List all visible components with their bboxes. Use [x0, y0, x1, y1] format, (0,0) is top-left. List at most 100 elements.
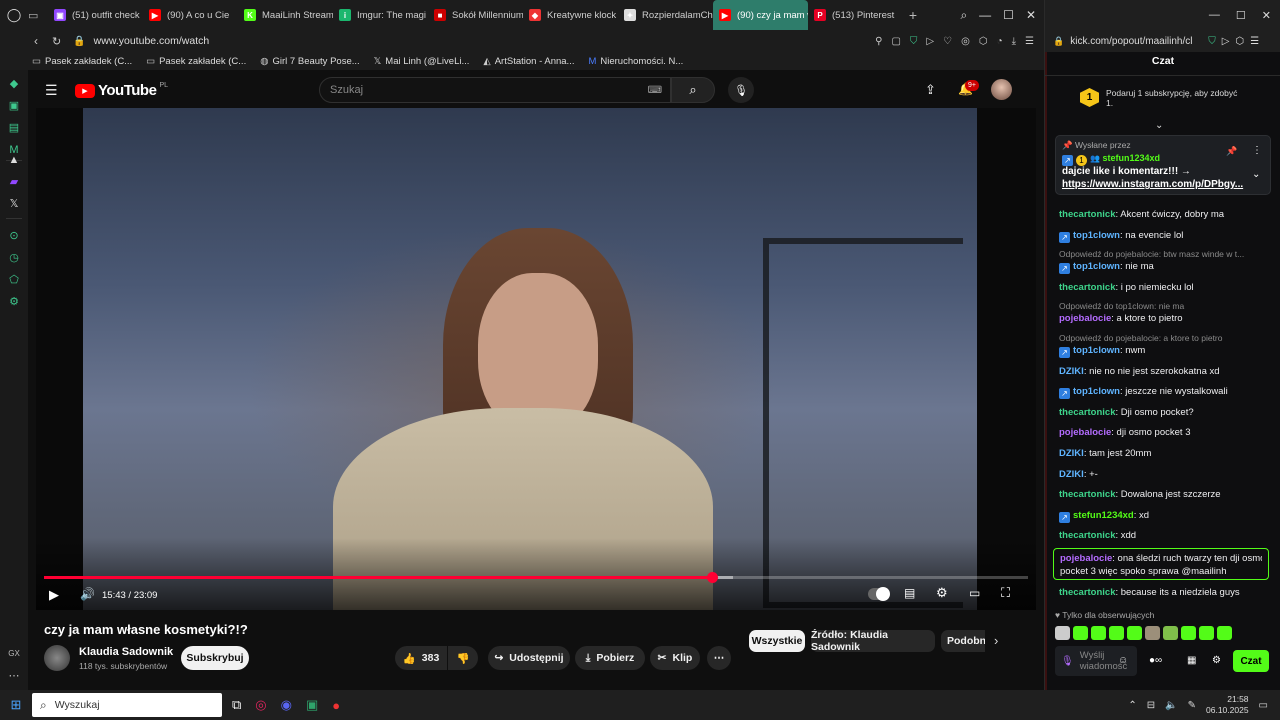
player-icon[interactable]: ⊙	[8, 230, 20, 242]
fullscreen-icon[interactable]: ⛶	[1001, 585, 1010, 601]
emote-icon[interactable]	[1109, 626, 1124, 640]
extensions-icon[interactable]: ⬡	[979, 36, 988, 47]
opera-gx-taskbar-icon[interactable]: ◎	[255, 697, 266, 713]
excel-taskbar-icon[interactable]: ▣	[306, 697, 318, 713]
chat-user[interactable]: DZIKI	[1059, 469, 1084, 480]
reply-reference[interactable]: Odpowiedź do pojebalocie: btw masz winde…	[1059, 249, 1269, 259]
minimize-icon[interactable]: —	[1209, 9, 1220, 21]
twitch-icon[interactable]: ▰	[8, 176, 20, 188]
more-actions-button[interactable]: ⋯	[707, 646, 731, 670]
bag-icon[interactable]: ▣	[8, 100, 20, 112]
chevron-up-icon[interactable]: ⌃	[1128, 700, 1136, 711]
bookmark-item[interactable]: M Nieruchomości. N...	[588, 56, 683, 67]
settings-icon[interactable]: ⚙	[8, 296, 20, 308]
emote-icon[interactable]	[1163, 626, 1178, 640]
notification-center-icon[interactable]: ▭	[1259, 700, 1268, 711]
taskbar-search-input[interactable]: ⌕ Wyszukaj	[32, 693, 222, 717]
expand-chevron-icon[interactable]: ⌄	[1252, 169, 1260, 180]
browser-tab[interactable]: K MaaiLinh Stream	[238, 0, 333, 30]
emote-icon[interactable]	[1127, 626, 1142, 640]
chevron-right-icon[interactable]: ›	[994, 633, 998, 648]
like-button[interactable]: 👍 383	[395, 646, 447, 670]
avatar[interactable]	[991, 79, 1012, 100]
chip-similar[interactable]: Podobne	[941, 630, 985, 652]
clock[interactable]: 21:58 06.10.2025	[1206, 694, 1249, 716]
browser-tab[interactable]: ▶ (90) A co u Cie	[143, 0, 238, 30]
highlighted-message[interactable]: pojebalocie: ona śledzi ruch twarzy ten …	[1053, 548, 1269, 580]
minimize-icon[interactable]: —	[979, 8, 991, 23]
unpin-icon[interactable]: 📌	[1226, 146, 1237, 157]
emote-icon[interactable]	[1145, 626, 1160, 640]
chat-user[interactable]: top1clown	[1073, 345, 1120, 356]
heart-icon[interactable]: ♡	[943, 36, 952, 47]
windows-start-icon[interactable]: ⊞	[0, 697, 32, 713]
voice-search-button[interactable]: 🎙	[728, 77, 754, 103]
shield-icon[interactable]: ⛉	[910, 36, 918, 47]
chat-user[interactable]: pojebalocie	[1059, 427, 1111, 438]
chat-user[interactable]: DZIKI	[1059, 448, 1084, 459]
emote-icon[interactable]	[1073, 626, 1088, 640]
points-icon[interactable]: ●∞	[1149, 655, 1162, 666]
app-taskbar-icon[interactable]: ●	[332, 698, 340, 713]
emote-icon[interactable]	[1181, 626, 1196, 640]
bookmark-item[interactable]: 𝕏 Mai Linh (@LiveLi...	[374, 56, 470, 67]
tab-overview-icon[interactable]: ▭	[28, 9, 48, 22]
pinned-user[interactable]: stefun1234xd	[1102, 153, 1160, 163]
back-icon[interactable]: ‹	[34, 34, 38, 48]
network-icon[interactable]: ⊟	[1147, 700, 1155, 711]
close-icon[interactable]: ✕	[1262, 9, 1271, 22]
channel-avatar[interactable]	[44, 645, 70, 671]
play-icon[interactable]: ▷	[1222, 36, 1230, 47]
gift-badge-icon[interactable]: 1	[1080, 88, 1099, 107]
chat-user[interactable]: thecartonick	[1059, 530, 1116, 541]
chat-user[interactable]: thecartonick	[1059, 407, 1116, 418]
history-icon[interactable]: ◷	[8, 252, 20, 264]
hamburger-icon[interactable]: ☰	[45, 82, 58, 99]
keyboard-icon[interactable]: ⌨	[648, 85, 662, 96]
bookmark-item[interactable]: ▭ Pasek zakładek (C...	[32, 56, 132, 67]
theater-mode-icon[interactable]: ▭	[969, 586, 980, 600]
subscribe-button[interactable]: Subskrybuj	[181, 646, 249, 670]
emote-icon[interactable]	[1199, 626, 1214, 640]
pinned-message[interactable]: 📌 Wysłane przez ↗ 1 👥 stefun1234xd dajcie …	[1055, 135, 1271, 195]
camera-icon[interactable]: ◎	[961, 36, 970, 47]
chat-user[interactable]: stefun1234xd	[1073, 510, 1134, 521]
bookmark-item[interactable]: ▭ Pasek zakładek (C...	[146, 56, 246, 67]
bookmark-item[interactable]: ◍ Girl 7 Beauty Pose...	[260, 56, 359, 67]
chat-user[interactable]: top1clown	[1073, 230, 1120, 241]
reply-reference[interactable]: Odpowiedź do top1clown: nie ma	[1059, 301, 1269, 311]
ai-icon[interactable]: ◆	[8, 78, 20, 90]
settings-gear-icon[interactable]: ⚙	[936, 585, 948, 601]
chat-settings-icon[interactable]: ⚙	[1212, 655, 1221, 666]
chat-user[interactable]: thecartonick	[1059, 587, 1116, 598]
browser-tab[interactable]: i Imgur: The magi	[333, 0, 428, 30]
play-icon[interactable]: ▷	[926, 36, 934, 47]
store-icon[interactable]: ▦	[1187, 655, 1196, 666]
pinned-link[interactable]: https://www.instagram.com/p/DPbgy...	[1062, 179, 1248, 190]
upload-icon[interactable]: ⇪	[925, 82, 936, 98]
profile-icon[interactable]: ◔	[997, 36, 1003, 47]
filter-icon[interactable]: ⌄	[1155, 120, 1163, 131]
reload-icon[interactable]: ↻	[52, 35, 61, 48]
clip-button[interactable]: ✂ Klip	[650, 646, 700, 670]
search-button[interactable]: ⌕	[671, 77, 715, 103]
pin-icon[interactable]: ⚲	[875, 36, 882, 47]
chat-url[interactable]: kick.com/popout/maailinh/cl	[1070, 36, 1202, 47]
chat-user[interactable]: pojebalocie	[1059, 313, 1111, 324]
more-icon[interactable]: ⋯	[8, 670, 20, 682]
emote-icon[interactable]	[1055, 626, 1070, 640]
menu-icon[interactable]: ☰	[1250, 36, 1259, 47]
emoji-icon[interactable]: ☺	[1118, 655, 1128, 666]
autoplay-toggle[interactable]	[868, 587, 890, 601]
chip-all[interactable]: Wszystkie	[749, 630, 805, 652]
gx-icon[interactable]: GX	[8, 648, 20, 660]
browser-tab[interactable]: ◆ Kreatywne klock	[523, 0, 618, 30]
emote-icon[interactable]	[1091, 626, 1106, 640]
browser-tab[interactable]: P (513) Pinterest	[808, 0, 903, 30]
chat-user[interactable]: thecartonick	[1059, 282, 1116, 293]
video-player[interactable]: ▶ 🔊 15:43 / 23:09 ▤ ⚙ ▭ ⛶	[36, 108, 1036, 610]
send-chat-button[interactable]: Czat	[1233, 650, 1269, 672]
download-button[interactable]: ⤓ Pobierz	[575, 646, 645, 670]
pen-icon[interactable]: ✎	[1188, 700, 1196, 711]
share-button[interactable]: ↪ Udostępnij	[488, 646, 570, 670]
